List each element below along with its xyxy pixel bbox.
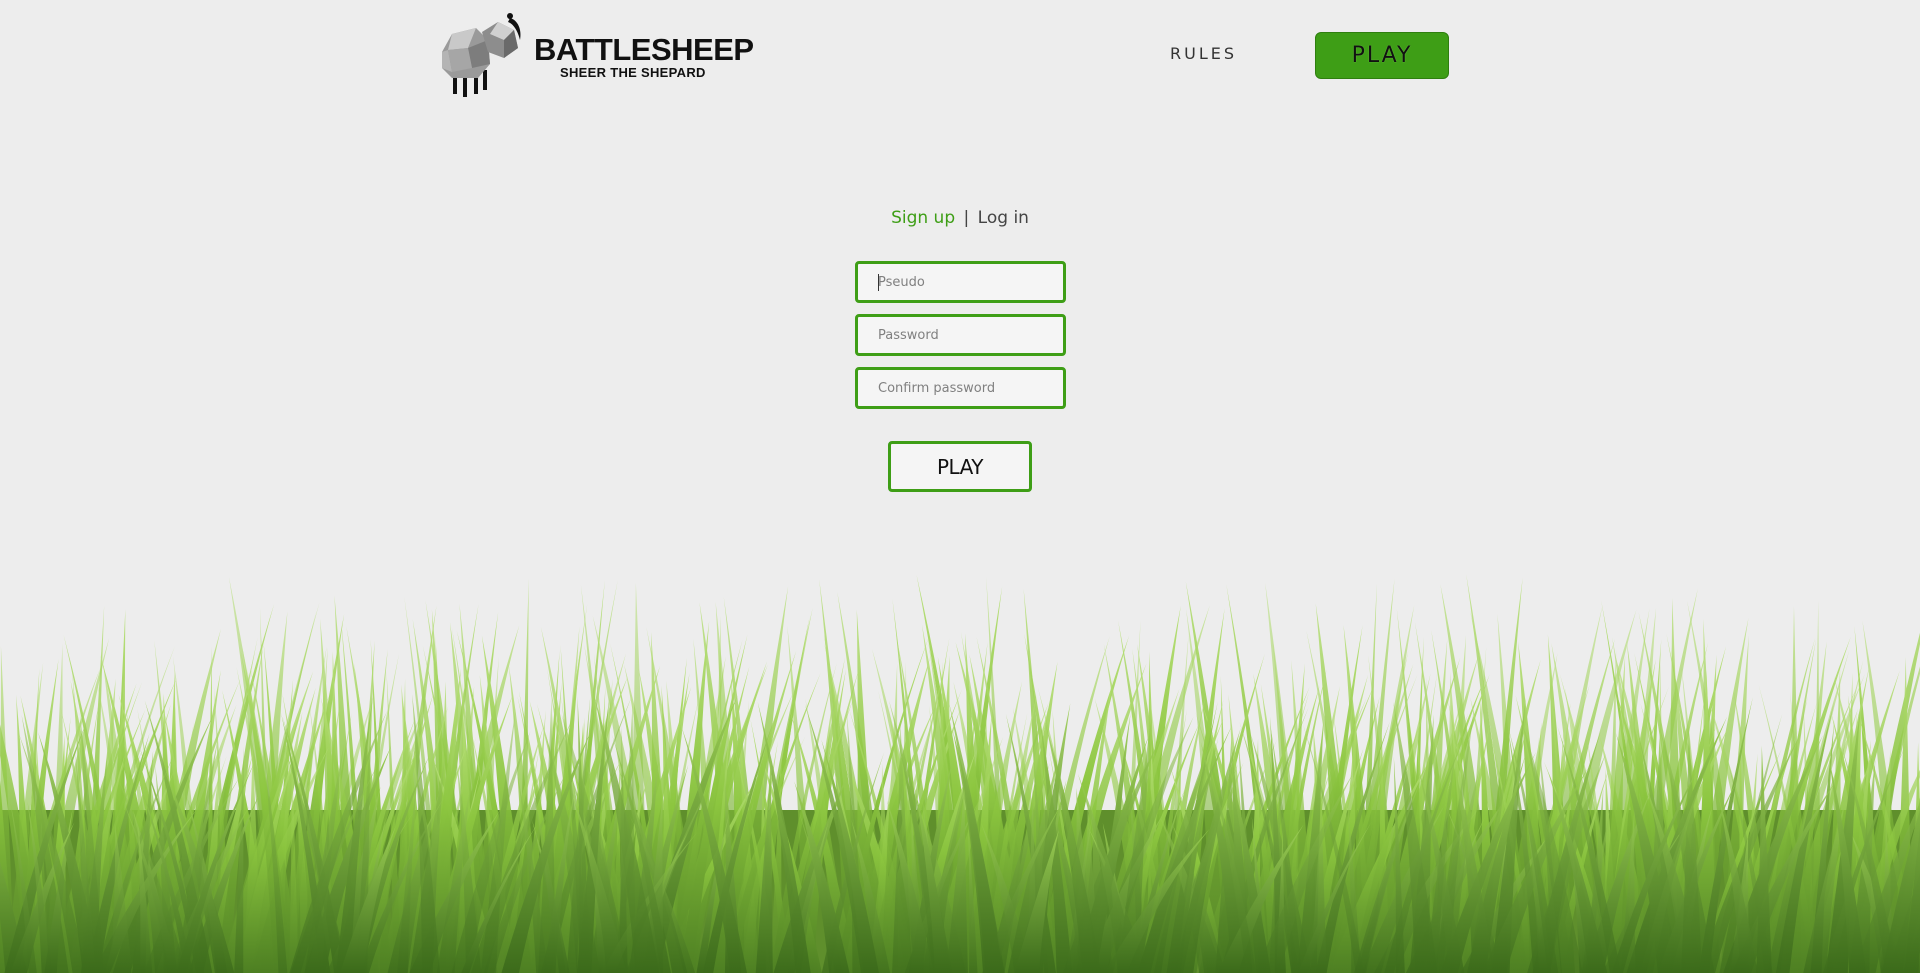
auth-separator: | — [963, 208, 970, 228]
confirm-password-input[interactable] — [855, 367, 1066, 409]
nav-rules-link[interactable]: RULES — [1170, 44, 1237, 63]
pseudo-input[interactable] — [855, 261, 1066, 303]
logo[interactable]: BATTLESHEEP SHEER THE SHEPARD — [438, 12, 754, 98]
logo-subtitle: SHEER THE SHEPARD — [560, 65, 706, 80]
grass-decoration — [0, 574, 1920, 973]
signup-tab[interactable]: Sign up — [891, 208, 955, 228]
auth-switch: Sign up | Log in — [0, 208, 1920, 228]
password-input[interactable] — [855, 314, 1066, 356]
login-tab[interactable]: Log in — [978, 208, 1029, 228]
site-header: BATTLESHEEP SHEER THE SHEPARD RULES PLAY — [0, 0, 1920, 110]
nav-play-button[interactable]: PLAY — [1315, 32, 1449, 79]
logo-title: BATTLESHEEP — [534, 32, 754, 67]
sheep-logo-icon — [442, 13, 521, 97]
text-caret — [878, 274, 879, 291]
play-submit-button[interactable]: PLAY — [888, 441, 1032, 492]
